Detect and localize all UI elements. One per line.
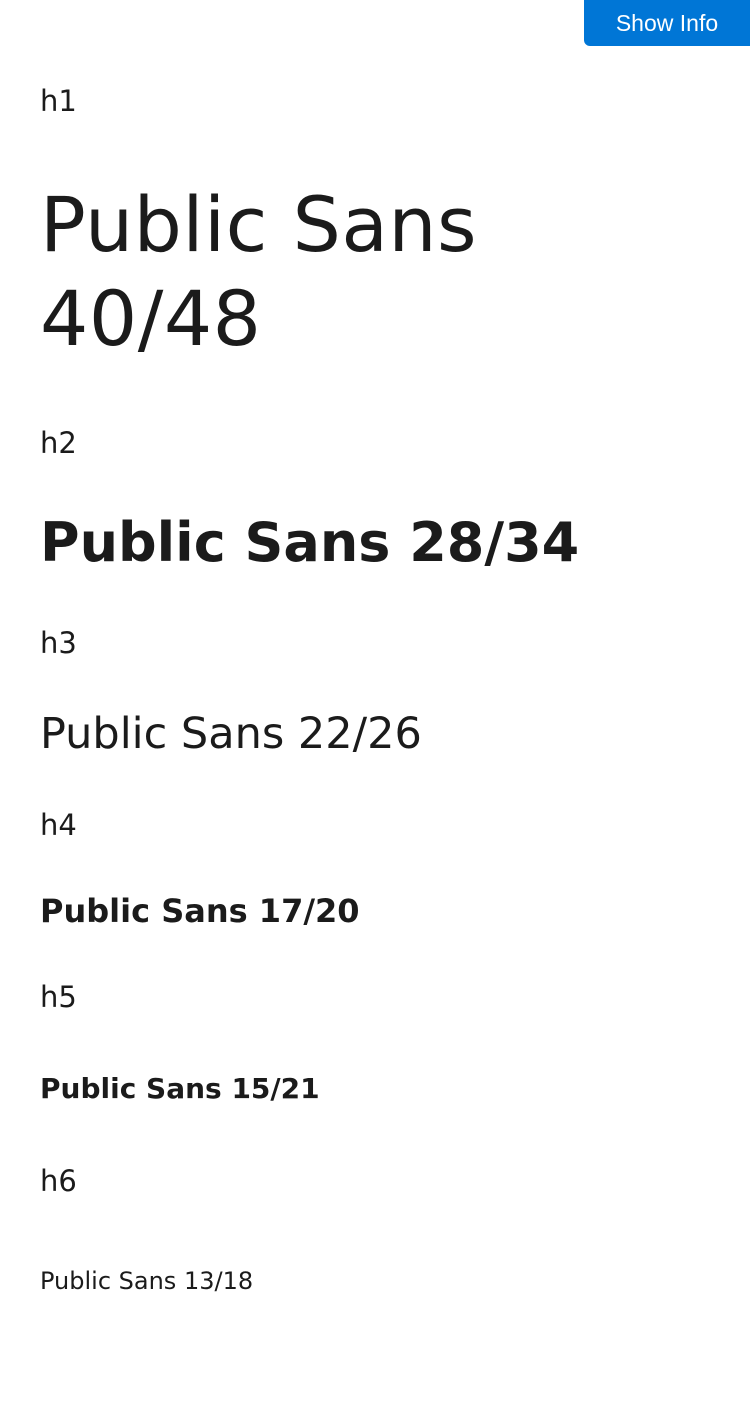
specimen-tag-h4: h4 — [40, 808, 77, 842]
specimen-tag-h5: h5 — [40, 980, 77, 1014]
specimen-sample-h1-line2: 40/48 — [40, 274, 262, 363]
specimen-tag-h3: h3 — [40, 626, 77, 660]
specimen-sample-h4: Public Sans 17/20 — [40, 892, 360, 930]
specimen-sample-h6: Public Sans 13/18 — [40, 1267, 254, 1295]
specimen-tag-h1: h1 — [40, 84, 77, 118]
show-info-button[interactable]: Show Info — [584, 0, 750, 46]
specimen-sample-h5: Public Sans 15/21 — [40, 1072, 320, 1105]
specimen-tag-h2: h2 — [40, 426, 77, 460]
specimen-sample-h1-line1: Public Sans — [40, 180, 478, 269]
specimen-tag-h6: h6 — [40, 1164, 77, 1198]
specimen-sample-h3: Public Sans 22/26 — [40, 709, 422, 759]
specimen-sample-h1: Public Sans 40/48 — [40, 178, 477, 366]
specimen-sample-h2: Public Sans 28/34 — [40, 511, 580, 574]
